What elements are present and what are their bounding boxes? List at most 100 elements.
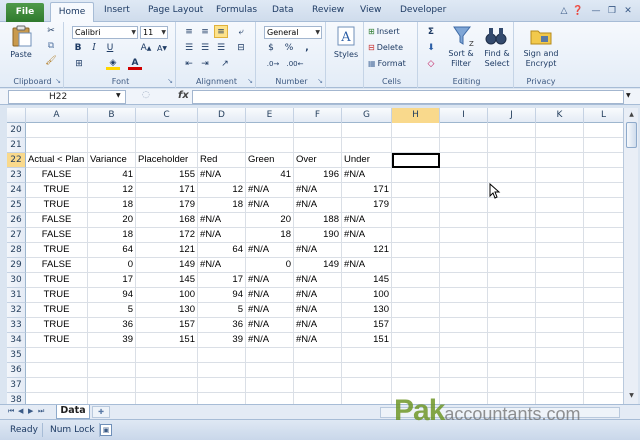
cell-k20[interactable] bbox=[536, 123, 584, 138]
cell-i36[interactable] bbox=[440, 363, 488, 378]
align-right-icon[interactable]: ☰ bbox=[214, 41, 228, 54]
cell-e20[interactable] bbox=[246, 123, 294, 138]
cell-l34[interactable] bbox=[584, 333, 623, 348]
cell-d35[interactable] bbox=[198, 348, 246, 363]
cell-h29[interactable] bbox=[392, 258, 440, 273]
align-bottom-icon[interactable]: ≡ bbox=[214, 25, 228, 38]
column-header-j[interactable]: J bbox=[488, 108, 536, 123]
cell-d22[interactable]: Red bbox=[198, 153, 246, 168]
cell-d28[interactable]: 64 bbox=[198, 243, 246, 258]
cell-a33[interactable]: TRUE bbox=[26, 318, 88, 333]
cell-k34[interactable] bbox=[536, 333, 584, 348]
fill-icon[interactable]: ⬇ bbox=[424, 41, 438, 54]
cell-i24[interactable] bbox=[440, 183, 488, 198]
cell-f28[interactable]: #N/A bbox=[294, 243, 342, 258]
scroll-up-icon[interactable]: ▲ bbox=[626, 109, 637, 120]
column-header-k[interactable]: K bbox=[536, 108, 584, 123]
cell-a25[interactable]: TRUE bbox=[26, 198, 88, 213]
name-box[interactable]: H22 bbox=[8, 90, 126, 104]
cell-f20[interactable] bbox=[294, 123, 342, 138]
tab-home[interactable]: Home bbox=[50, 2, 94, 23]
cell-b23[interactable]: 41 bbox=[88, 168, 136, 183]
cell-e26[interactable]: 20 bbox=[246, 213, 294, 228]
next-sheet-icon[interactable]: ▶ bbox=[28, 407, 33, 415]
cell-i37[interactable] bbox=[440, 378, 488, 393]
cell-i38[interactable] bbox=[440, 393, 488, 404]
cell-h20[interactable] bbox=[392, 123, 440, 138]
cell-b36[interactable] bbox=[88, 363, 136, 378]
cell-f38[interactable] bbox=[294, 393, 342, 404]
percent-icon[interactable]: % bbox=[282, 42, 296, 54]
cell-a35[interactable] bbox=[26, 348, 88, 363]
cell-j21[interactable] bbox=[488, 138, 536, 153]
cell-j32[interactable] bbox=[488, 303, 536, 318]
cell-j26[interactable] bbox=[488, 213, 536, 228]
cell-d25[interactable]: 18 bbox=[198, 198, 246, 213]
cell-h25[interactable] bbox=[392, 198, 440, 213]
cell-i34[interactable] bbox=[440, 333, 488, 348]
copy-icon[interactable]: ⧉ bbox=[44, 39, 58, 53]
cell-a37[interactable] bbox=[26, 378, 88, 393]
cell-e35[interactable] bbox=[246, 348, 294, 363]
cell-k23[interactable] bbox=[536, 168, 584, 183]
cell-h22[interactable] bbox=[392, 153, 440, 168]
name-box-chevron-icon[interactable]: ▼ bbox=[116, 92, 121, 99]
row-header[interactable]: 38 bbox=[7, 393, 26, 404]
cell-f35[interactable] bbox=[294, 348, 342, 363]
cell-a36[interactable] bbox=[26, 363, 88, 378]
cell-k24[interactable] bbox=[536, 183, 584, 198]
cell-g30[interactable]: 145 bbox=[342, 273, 392, 288]
cell-b37[interactable] bbox=[88, 378, 136, 393]
increase-indent-icon[interactable]: ⇥ bbox=[198, 57, 212, 70]
column-header-f[interactable]: F bbox=[294, 108, 342, 123]
cell-e34[interactable]: #N/A bbox=[246, 333, 294, 348]
cell-d23[interactable]: #N/A bbox=[198, 168, 246, 183]
cell-i31[interactable] bbox=[440, 288, 488, 303]
cell-l35[interactable] bbox=[584, 348, 623, 363]
cell-l31[interactable] bbox=[584, 288, 623, 303]
column-header-b[interactable]: B bbox=[88, 108, 136, 123]
font-color-icon[interactable]: A bbox=[128, 58, 142, 70]
grow-font-icon[interactable]: A ▲ bbox=[140, 42, 152, 54]
cell-l25[interactable] bbox=[584, 198, 623, 213]
row-header[interactable]: 34 bbox=[7, 333, 26, 348]
cell-b26[interactable]: 20 bbox=[88, 213, 136, 228]
cell-b22[interactable]: Variance bbox=[88, 153, 136, 168]
align-center-icon[interactable]: ☰ bbox=[198, 41, 212, 54]
font-size-select[interactable]: 11 ▼ bbox=[140, 26, 168, 39]
cell-f27[interactable]: 190 bbox=[294, 228, 342, 243]
column-header-l[interactable]: L bbox=[584, 108, 623, 123]
expand-formula-icon[interactable]: ▼ bbox=[626, 92, 631, 99]
cell-h36[interactable] bbox=[392, 363, 440, 378]
cell-i29[interactable] bbox=[440, 258, 488, 273]
cell-i33[interactable] bbox=[440, 318, 488, 333]
cell-j34[interactable] bbox=[488, 333, 536, 348]
number-launcher-icon[interactable]: ↘ bbox=[317, 77, 323, 85]
sign-encrypt-button[interactable]: Sign and Encrypt bbox=[516, 49, 566, 69]
cell-g23[interactable]: #N/A bbox=[342, 168, 392, 183]
cell-j30[interactable] bbox=[488, 273, 536, 288]
cell-b34[interactable]: 39 bbox=[88, 333, 136, 348]
formula-input[interactable] bbox=[192, 90, 624, 104]
cell-j28[interactable] bbox=[488, 243, 536, 258]
cell-g37[interactable] bbox=[342, 378, 392, 393]
cell-b28[interactable]: 64 bbox=[88, 243, 136, 258]
row-header[interactable]: 37 bbox=[7, 378, 26, 393]
cell-h34[interactable] bbox=[392, 333, 440, 348]
cell-h31[interactable] bbox=[392, 288, 440, 303]
window-minimize-icon[interactable]: — bbox=[590, 5, 602, 17]
cell-d33[interactable]: 36 bbox=[198, 318, 246, 333]
cell-i26[interactable] bbox=[440, 213, 488, 228]
cell-f36[interactable] bbox=[294, 363, 342, 378]
cell-k31[interactable] bbox=[536, 288, 584, 303]
file-tab[interactable]: File bbox=[6, 3, 44, 22]
cell-d36[interactable] bbox=[198, 363, 246, 378]
tab-formulas[interactable]: Formulas bbox=[216, 5, 257, 15]
align-top-icon[interactable]: ≡ bbox=[182, 25, 196, 38]
cell-c21[interactable] bbox=[136, 138, 198, 153]
sort-filter-button[interactable]: Sort & Filter bbox=[444, 49, 478, 69]
cell-g26[interactable]: #N/A bbox=[342, 213, 392, 228]
cell-a23[interactable]: FALSE bbox=[26, 168, 88, 183]
cell-k26[interactable] bbox=[536, 213, 584, 228]
column-header-d[interactable]: D bbox=[198, 108, 246, 123]
